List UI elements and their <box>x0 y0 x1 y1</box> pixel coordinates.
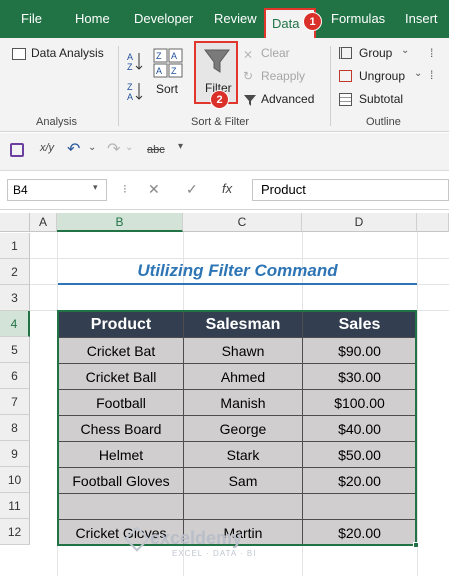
svg-text:A: A <box>171 51 177 61</box>
svg-text:A: A <box>156 66 162 76</box>
chevron-down-icon: ⌄ <box>401 45 410 56</box>
sort-za-button[interactable]: ZA <box>126 80 144 102</box>
tab-insert[interactable]: Insert <box>405 11 438 26</box>
svg-text:A: A <box>127 92 133 102</box>
sort-label: Sort <box>156 82 179 96</box>
advanced-button[interactable]: Advanced <box>243 91 328 109</box>
svg-text:A: A <box>127 52 133 62</box>
group-divider <box>118 46 119 126</box>
row-header-2[interactable]: 2 <box>0 259 30 285</box>
tab-home[interactable]: Home <box>75 11 110 26</box>
row-header-7[interactable]: 7 <box>0 389 30 415</box>
more-dots-icon: ⁝ <box>123 182 127 196</box>
name-box-value: B4 <box>13 183 28 197</box>
reapply-button[interactable]: ↻ Reapply <box>243 68 323 86</box>
column-header-d[interactable]: D <box>302 213 417 232</box>
row-header-8[interactable]: 8 <box>0 415 30 441</box>
data-analysis-icon <box>12 48 26 60</box>
row-header-5[interactable]: 5 <box>0 337 30 363</box>
expand-dots-icon[interactable]: ⁞ <box>430 68 433 82</box>
column-header-b[interactable]: B <box>57 213 183 232</box>
filter-funnel-icon <box>204 49 230 73</box>
clear-button[interactable]: ⨯ Clear <box>243 45 313 63</box>
tab-data-label: Data <box>272 16 300 31</box>
svg-text:Z: Z <box>127 62 133 72</box>
name-box[interactable]: B4 <box>7 179 107 201</box>
step-badge-1: 1 <box>303 12 322 31</box>
formula-input[interactable]: Product <box>252 179 449 201</box>
step-badge-2: 2 <box>210 90 229 109</box>
group-button[interactable]: Group ⌄ <box>339 45 419 63</box>
row-header-12[interactable]: 12 <box>0 519 30 545</box>
ungroup-icon <box>339 70 352 82</box>
subtotal-icon <box>339 93 352 106</box>
row-header-10[interactable]: 10 <box>0 467 30 493</box>
row-header-9[interactable]: 9 <box>0 441 30 467</box>
confirm-icon[interactable]: ✓ <box>186 181 198 198</box>
tab-review[interactable]: Review <box>214 11 257 26</box>
clear-filter-icon: ⨯ <box>243 47 254 61</box>
sort-az-icon: AZ <box>127 52 143 72</box>
subtotal-button[interactable]: Subtotal <box>339 91 419 109</box>
svg-text:Z: Z <box>127 82 133 92</box>
fill-handle[interactable] <box>413 542 419 548</box>
column-header-a[interactable]: A <box>30 213 57 232</box>
svg-text:Z: Z <box>171 66 177 76</box>
sheet-title[interactable]: Utilizing Filter Command <box>58 261 417 281</box>
row-header-4[interactable]: 4 <box>0 311 30 337</box>
chevron-down-icon: ⌄ <box>414 68 423 79</box>
sort-az-button[interactable]: AZ <box>126 50 144 72</box>
ungroup-button[interactable]: Ungroup ⌄ <box>339 68 429 86</box>
cancel-icon[interactable]: ✕ <box>148 181 160 198</box>
chevron-down-icon[interactable]: ⌄ <box>88 142 96 153</box>
watermark-tagline: EXCEL · DATA · BI <box>172 549 257 558</box>
column-header-e[interactable] <box>417 213 449 232</box>
reapply-label: Reapply <box>261 69 306 83</box>
row-header-3[interactable]: 3 <box>0 285 30 311</box>
insert-function-button[interactable]: fx <box>222 181 232 196</box>
column-header-c[interactable]: C <box>183 213 302 232</box>
select-all-corner[interactable] <box>0 213 30 232</box>
function-icon[interactable]: x/y <box>40 142 54 154</box>
strikethrough-button[interactable]: abc <box>147 144 165 156</box>
tab-formulas[interactable]: Formulas <box>331 11 385 26</box>
redo-icon[interactable]: ↷ <box>107 139 120 159</box>
subtotal-label: Subtotal <box>359 92 404 106</box>
sort-dialog-icon: ZA AZ <box>153 48 183 78</box>
title-underline <box>58 283 417 285</box>
row-header-6[interactable]: 6 <box>0 363 30 389</box>
grid-line <box>30 258 449 259</box>
analysis-group-label: Analysis <box>36 116 77 128</box>
save-icon[interactable] <box>10 143 24 157</box>
advanced-filter-icon <box>244 95 256 106</box>
row-header-1[interactable]: 1 <box>0 233 30 259</box>
group-label: Group <box>359 46 393 60</box>
undo-icon[interactable]: ↶ <box>67 139 80 159</box>
advanced-label: Advanced <box>261 92 315 106</box>
group-divider <box>330 46 331 126</box>
clear-label: Clear <box>261 46 290 60</box>
chevron-down-icon[interactable]: ⌄ <box>125 142 133 153</box>
outline-group-label: Outline <box>366 116 401 128</box>
ungroup-label: Ungroup <box>359 69 406 83</box>
expand-dots-icon[interactable]: ⁞ <box>430 46 433 60</box>
sort-za-icon: ZA <box>127 82 143 102</box>
formula-content: Product <box>261 182 306 197</box>
sort-button[interactable]: ZA AZ Sort <box>150 48 188 98</box>
selection-range-outline <box>57 310 417 546</box>
data-analysis-label: Data Analysis <box>31 46 104 60</box>
row-header-11[interactable]: 11 <box>0 493 30 519</box>
svg-text:Z: Z <box>156 51 162 61</box>
reapply-icon: ↻ <box>243 69 254 83</box>
customize-toolbar-icon[interactable]: ▾ <box>178 141 183 152</box>
group-icon <box>339 47 352 59</box>
watermark-name: exceldemy <box>150 528 243 548</box>
sort-filter-group-label: Sort & Filter <box>191 116 250 128</box>
tab-file[interactable]: File <box>21 11 42 26</box>
tab-developer[interactable]: Developer <box>134 11 193 26</box>
chevron-down-icon[interactable]: ▾ <box>93 182 98 193</box>
data-analysis-button[interactable]: Data Analysis <box>10 45 110 65</box>
